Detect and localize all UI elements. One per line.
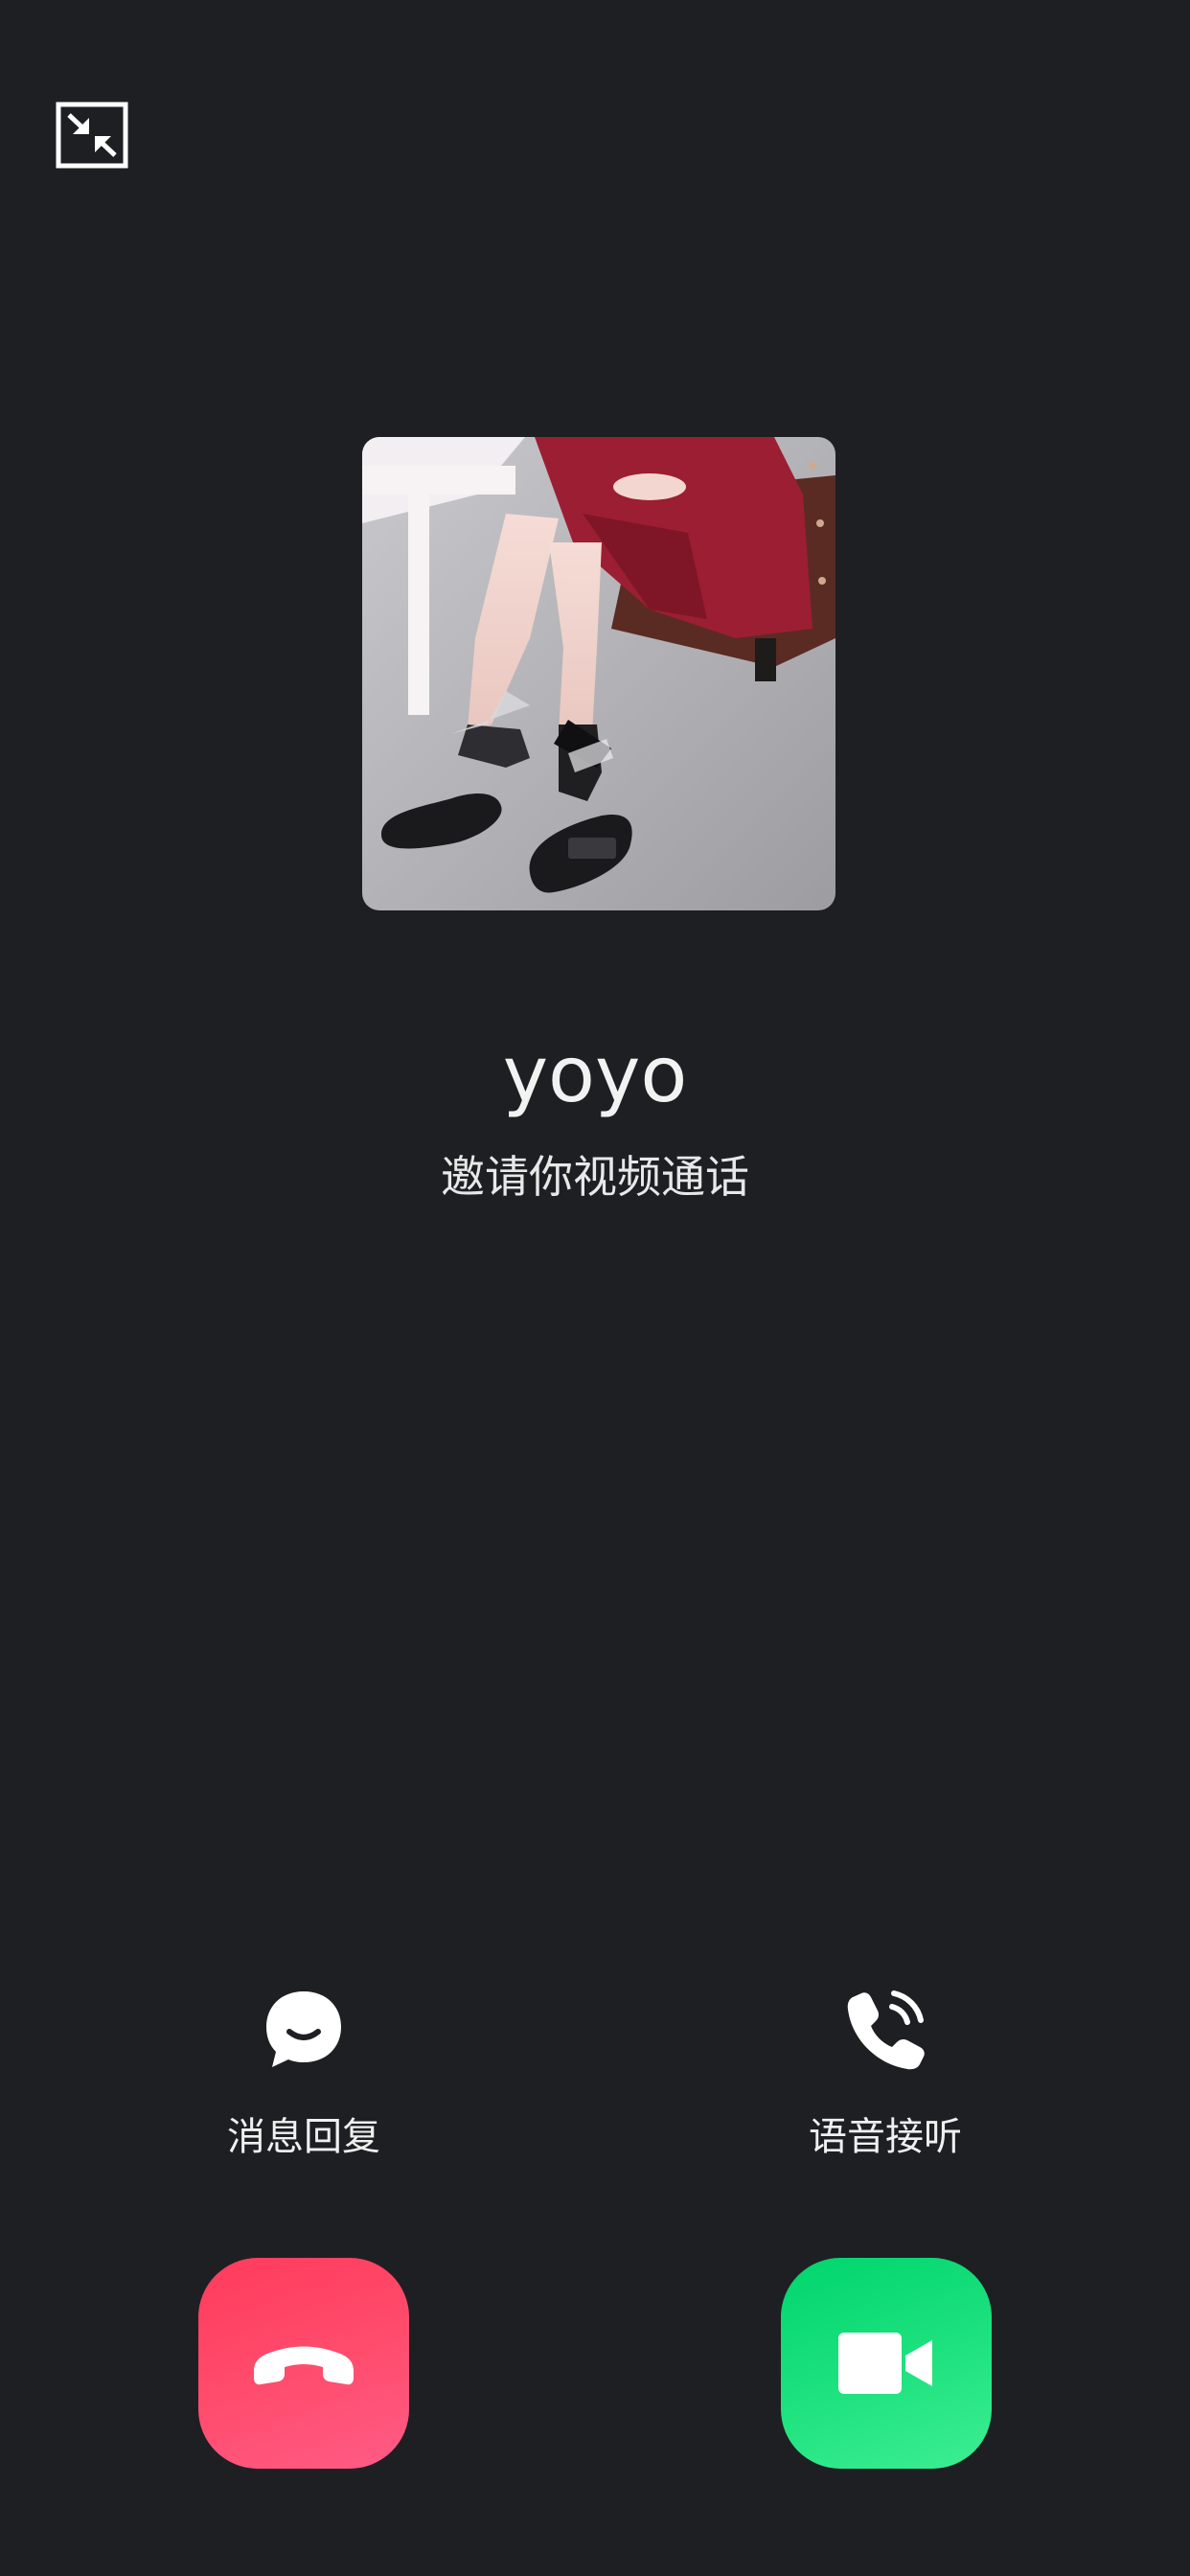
caller-name: yoyo xyxy=(502,1030,688,1119)
video-camera-icon xyxy=(838,2333,932,2394)
avatar-photo xyxy=(362,437,835,910)
minimize-button[interactable] xyxy=(56,102,128,169)
caller-avatar xyxy=(362,437,835,910)
phone-call-icon xyxy=(842,1986,928,2072)
message-reply-label: 消息回复 xyxy=(227,2115,380,2159)
incoming-video-call-screen: yoyo 邀请你视频通话 消息回复 语音接听 xyxy=(0,0,1190,2576)
chat-bubble-icon xyxy=(261,1986,347,2072)
message-reply-button[interactable]: 消息回复 xyxy=(179,1986,428,2162)
call-invite-text: 邀请你视频通话 xyxy=(441,1151,749,1203)
voice-answer-label: 语音接听 xyxy=(809,2115,962,2159)
voice-answer-button[interactable]: 语音接听 xyxy=(761,1986,1010,2162)
decline-call-button[interactable] xyxy=(198,2258,409,2469)
minimize-icon xyxy=(56,102,128,169)
accept-video-call-button[interactable] xyxy=(781,2258,992,2469)
hang-up-icon xyxy=(254,2346,354,2385)
